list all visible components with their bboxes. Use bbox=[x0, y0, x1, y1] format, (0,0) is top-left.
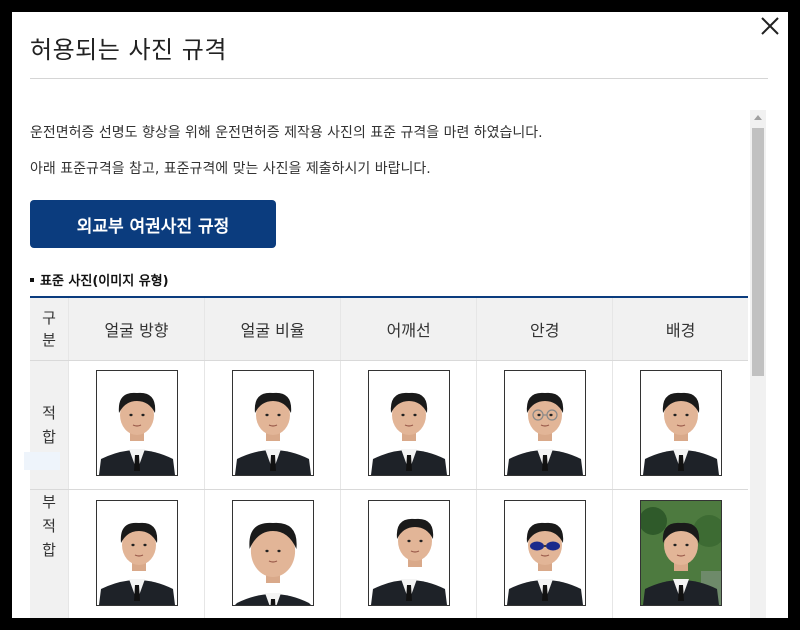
photo-cell bbox=[612, 360, 748, 490]
suitable-face-direction-photo bbox=[95, 370, 178, 476]
vertical-scrollbar[interactable] bbox=[750, 110, 766, 618]
unsuitable-face-direction-photo bbox=[95, 500, 178, 606]
unsuitable-face-ratio-photo bbox=[231, 500, 314, 606]
faint-highlight bbox=[24, 452, 60, 470]
photo-cell bbox=[340, 489, 478, 618]
row-header: 적합 bbox=[30, 360, 69, 490]
suitable-glasses-photo bbox=[503, 370, 586, 476]
modal-title: 허용되는 사진 규격 bbox=[30, 36, 227, 64]
modal-content: 운전면허증 선명도 향상을 위해 운전면허증 제작용 사진의 표준 규격을 마련… bbox=[30, 110, 748, 618]
suitable-shoulder-photo bbox=[367, 370, 450, 476]
column-header-category: 구분 bbox=[30, 297, 69, 361]
close-icon[interactable] bbox=[758, 14, 782, 38]
column-header: 얼굴 방향 bbox=[68, 297, 206, 361]
row-header: 부적합 bbox=[30, 489, 69, 618]
photo-cell bbox=[68, 489, 206, 618]
photo-cell bbox=[612, 489, 748, 618]
photo-cell bbox=[340, 360, 478, 490]
row-unsuitable: 부적합 bbox=[30, 489, 748, 618]
intro-text-2: 아래 표준규격을 참고, 표준규격에 맞는 사진을 제출하시기 바랍니다. bbox=[30, 161, 431, 177]
unsuitable-background-photo bbox=[639, 500, 722, 606]
photo-cell bbox=[204, 360, 342, 490]
scroll-up-icon[interactable] bbox=[750, 110, 766, 126]
photo-cell bbox=[476, 489, 614, 618]
photo-cell bbox=[204, 489, 342, 618]
photo-spec-table: 구분 얼굴 방향 얼굴 비율 어깨선 안경 배경 적합 부 적 합 bbox=[30, 296, 748, 618]
section-label: 표준 사진(이미지 유형) bbox=[30, 270, 169, 289]
photo-cell bbox=[476, 360, 614, 490]
unsuitable-shoulder-photo bbox=[367, 500, 450, 606]
column-header: 얼굴 비율 bbox=[204, 297, 342, 361]
suitable-face-ratio-photo bbox=[231, 370, 314, 476]
photo-cell bbox=[68, 360, 206, 490]
column-header: 배경 bbox=[612, 297, 748, 361]
photo-spec-modal: 허용되는 사진 규격 운전면허증 선명도 향상을 위해 운전면허증 제작용 사진… bbox=[12, 12, 788, 618]
scroll-thumb[interactable] bbox=[752, 128, 764, 376]
column-header: 어깨선 bbox=[340, 297, 478, 361]
suitable-background-photo bbox=[639, 370, 722, 476]
title-divider bbox=[30, 78, 768, 79]
intro-text-1: 운전면허증 선명도 향상을 위해 운전면허증 제작용 사진의 표준 규격을 마련… bbox=[30, 125, 543, 141]
bullet-icon bbox=[30, 277, 34, 282]
unsuitable-sunglasses-photo bbox=[503, 500, 586, 606]
column-header: 안경 bbox=[476, 297, 614, 361]
row-suitable: 적합 bbox=[30, 360, 748, 490]
passport-photo-rules-button[interactable]: 외교부 여권사진 규정 bbox=[30, 200, 276, 248]
